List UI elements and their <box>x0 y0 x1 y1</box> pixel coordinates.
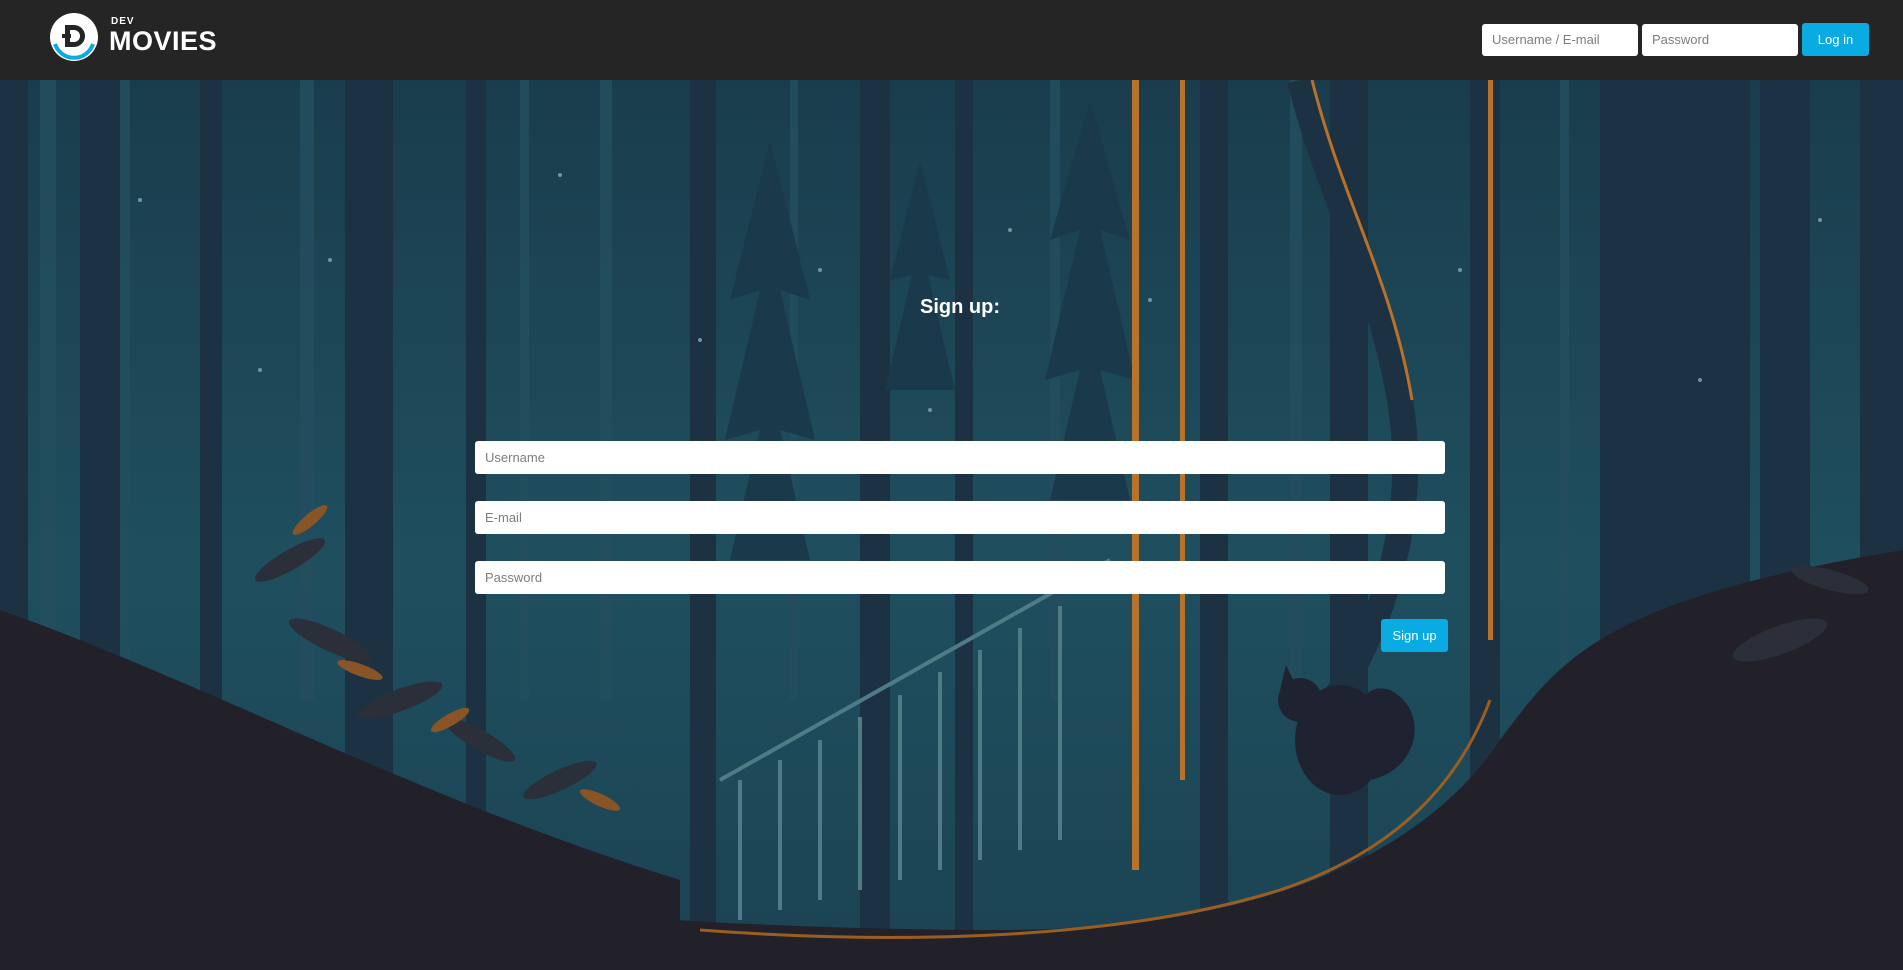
logo-d-icon <box>50 13 98 61</box>
signup-password-input[interactable] <box>475 561 1445 594</box>
header-username-input[interactable] <box>1482 23 1638 56</box>
login-button[interactable]: Log in <box>1802 23 1869 56</box>
signup-heading: Sign up: <box>920 296 1000 318</box>
signup-username-input[interactable] <box>475 441 1445 474</box>
top-navigation-bar: DEV MOVIES Log in <box>0 0 1903 80</box>
header-password-input[interactable] <box>1642 23 1798 56</box>
dev-movies-logo[interactable]: DEV MOVIES <box>49 12 217 62</box>
signup-button[interactable]: Sign up <box>1381 619 1448 652</box>
header-login-form: Log in <box>1482 23 1869 56</box>
signup-email-input[interactable] <box>475 501 1445 534</box>
logo-large-text: MOVIES <box>109 26 218 56</box>
signup-form: Sign up <box>475 441 1448 652</box>
